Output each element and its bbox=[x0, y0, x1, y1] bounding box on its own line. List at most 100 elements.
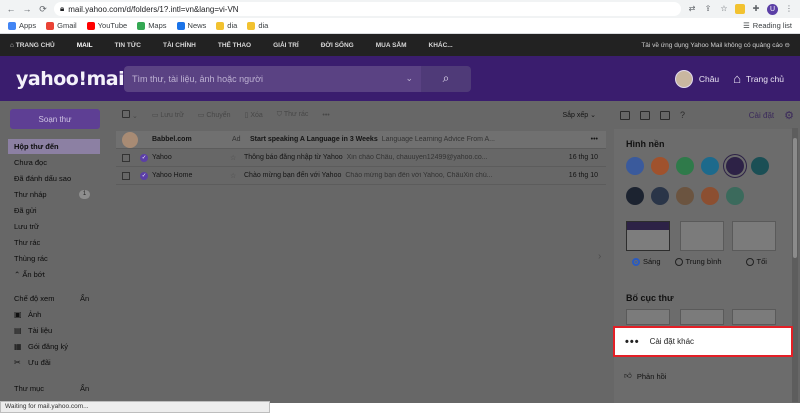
bookmark-dia-1[interactable]: dia bbox=[216, 21, 237, 30]
home-link[interactable]: ⌂ Trang chủ bbox=[733, 71, 784, 86]
theme-swatch[interactable] bbox=[701, 157, 719, 175]
mode-dark[interactable]: Tối bbox=[745, 257, 767, 267]
gear-icon[interactable]: ⚙ bbox=[784, 109, 794, 122]
layout-tile[interactable] bbox=[732, 309, 776, 325]
sidebar-view-deals[interactable]: ✂ Ưu đãi bbox=[8, 355, 100, 370]
theme-swatch[interactable] bbox=[651, 187, 669, 205]
topnav-news[interactable]: TIN TỨC bbox=[115, 42, 141, 49]
topnav-more[interactable]: KHÁC... bbox=[429, 42, 453, 49]
calendar-icon[interactable] bbox=[640, 110, 650, 120]
topnav-sports[interactable]: THỂ THAO bbox=[218, 42, 251, 49]
theme-swatch-selected[interactable] bbox=[726, 157, 744, 175]
row-checkbox[interactable] bbox=[122, 153, 130, 162]
layout-tile[interactable] bbox=[680, 309, 724, 325]
profile-avatar[interactable]: U bbox=[767, 3, 778, 15]
bookmark-maps[interactable]: Maps bbox=[137, 21, 167, 30]
theme-swatch[interactable] bbox=[751, 157, 769, 175]
reload-icon[interactable]: ⟳ bbox=[38, 4, 48, 14]
table-row[interactable]: ✓ Yahoo Home ☆ Chào mừng bạn đến với Yaho… bbox=[116, 167, 606, 185]
layout-tile[interactable] bbox=[626, 309, 670, 325]
folders-hide-toggle[interactable]: Ẩn bbox=[80, 384, 89, 393]
chevron-down-icon[interactable]: ⌄ bbox=[405, 73, 413, 84]
more-settings-button[interactable]: ••• Cài đặt khác bbox=[613, 326, 793, 357]
bookmark-gmail[interactable]: Gmail bbox=[46, 21, 77, 30]
select-all-checkbox[interactable]: ⌄ bbox=[122, 110, 138, 120]
spam-button[interactable]: ⛉ Thư rác bbox=[277, 111, 309, 119]
topnav-lifestyle[interactable]: ĐỜI SỐNG bbox=[321, 42, 354, 49]
archive-button[interactable]: ▭ Lưu trữ bbox=[152, 111, 184, 119]
help-icon[interactable]: ? bbox=[680, 110, 685, 120]
extension-icon[interactable] bbox=[735, 4, 745, 14]
user-menu[interactable]: Châu bbox=[674, 69, 719, 88]
density-tile-medium[interactable] bbox=[680, 221, 724, 251]
topnav-finance[interactable]: TÀI CHÍNH bbox=[163, 42, 196, 49]
settings-panel: Hình nền Sáng Trung bình Tối Bố cục thư … bbox=[614, 129, 792, 403]
bookmark-youtube[interactable]: YouTube bbox=[86, 21, 127, 30]
sort-button[interactable]: Sắp xếp ⌄ bbox=[563, 111, 597, 119]
sidebar-view-documents[interactable]: ▤ Tài liệu bbox=[8, 323, 100, 338]
forward-icon[interactable]: → bbox=[22, 4, 32, 14]
sidebar-item-inbox[interactable]: Hộp thư đến bbox=[8, 139, 100, 154]
download-app-link[interactable]: Tải về ứng dụng Yahoo Mail không có quản… bbox=[641, 41, 790, 49]
sidebar-view-photos[interactable]: ▣ Ảnh bbox=[8, 307, 100, 322]
bookmark-star-icon[interactable]: ☆ bbox=[719, 4, 729, 14]
compose-button[interactable]: Soạn thư bbox=[10, 109, 100, 129]
theme-swatch[interactable] bbox=[676, 187, 694, 205]
settings-label[interactable]: Cài đặt bbox=[749, 111, 774, 120]
settings-scrollbar[interactable] bbox=[792, 128, 798, 402]
message-list: ⌄ ▭ Lưu trữ ▭ Chuyển ▯ Xóa ⛉ Thư rác •••… bbox=[112, 101, 610, 403]
topnav-mail[interactable]: MAIL bbox=[77, 42, 93, 49]
search-input[interactable]: Tìm thư, tài liệu, ảnh hoặc người ⌄ bbox=[124, 65, 421, 92]
sidebar-show-less[interactable]: ⌃ Ẩn bớt bbox=[8, 267, 100, 282]
density-tile-light[interactable] bbox=[626, 221, 670, 251]
ad-more-button[interactable]: ••• bbox=[562, 136, 598, 143]
theme-swatch[interactable] bbox=[726, 187, 744, 205]
theme-swatch[interactable] bbox=[651, 157, 669, 175]
topnav-home[interactable]: ⌂ TRANG CHỦ bbox=[10, 42, 55, 49]
sidebar-item-spam[interactable]: Thư rác bbox=[8, 235, 100, 250]
notepad-icon[interactable] bbox=[660, 110, 670, 120]
star-icon[interactable]: ☆ bbox=[230, 172, 240, 180]
sidebar-item-unread[interactable]: Chưa đọc bbox=[8, 155, 100, 170]
menu-dots-icon[interactable]: ⋮ bbox=[784, 4, 794, 14]
sidebar-item-starred[interactable]: Đã đánh dấu sao bbox=[8, 171, 100, 186]
search-button[interactable]: ⌕ bbox=[421, 65, 471, 92]
topnav-shopping[interactable]: MUA SẮM bbox=[376, 42, 407, 49]
contacts-icon[interactable] bbox=[620, 110, 630, 120]
more-actions-button[interactable]: ••• bbox=[322, 112, 329, 119]
back-icon[interactable]: ← bbox=[6, 4, 16, 14]
sidebar-item-drafts[interactable]: Thư nháp 1 bbox=[8, 187, 100, 202]
address-bar[interactable]: 🔒︎ mail.yahoo.com/d/folders/1?.intl=vn&l… bbox=[54, 2, 681, 16]
table-row[interactable]: ✓ Yahoo ☆ Thông báo đăng nhập từ Yahoo Xi… bbox=[116, 149, 606, 167]
delete-button[interactable]: ▯ Xóa bbox=[245, 111, 263, 119]
reading-list[interactable]: ☰ Reading list bbox=[743, 21, 792, 30]
share-icon[interactable]: ⇪ bbox=[703, 4, 713, 14]
image-icon: ▣ bbox=[14, 309, 22, 319]
bookmark-dia-2[interactable]: dia bbox=[247, 21, 268, 30]
move-button[interactable]: ▭ Chuyển bbox=[198, 111, 231, 119]
puzzle-icon[interactable]: ✚ bbox=[751, 4, 761, 14]
feedback-link[interactable]: 👍︎ Phản hồi bbox=[624, 371, 666, 381]
density-tile-dark[interactable] bbox=[732, 221, 776, 251]
translate-icon[interactable]: ⇄ bbox=[687, 4, 697, 14]
theme-swatch[interactable] bbox=[626, 187, 644, 205]
topnav-entertainment[interactable]: GIẢI TRÍ bbox=[273, 42, 299, 49]
theme-swatch[interactable] bbox=[626, 157, 644, 175]
views-hide-toggle[interactable]: Ẩn bbox=[80, 294, 89, 303]
yahoo-mail-logo[interactable]: yahoo!mail bbox=[16, 68, 131, 90]
table-row[interactable]: Babbel.com Ad Start speaking A Language … bbox=[116, 131, 606, 149]
sidebar-item-archive[interactable]: Lưu trữ bbox=[8, 219, 100, 234]
mode-light[interactable]: Sáng bbox=[632, 257, 661, 267]
mode-medium[interactable]: Trung bình bbox=[674, 257, 722, 267]
chevron-right-icon[interactable]: › bbox=[598, 251, 601, 262]
sidebar-item-sent[interactable]: Đã gửi bbox=[8, 203, 100, 218]
bookmark-apps[interactable]: Apps bbox=[8, 21, 36, 30]
bookmark-news[interactable]: News bbox=[176, 21, 206, 30]
row-checkbox[interactable] bbox=[122, 171, 130, 180]
theme-swatch[interactable] bbox=[701, 187, 719, 205]
dia-icon bbox=[216, 21, 225, 30]
theme-swatch[interactable] bbox=[676, 157, 694, 175]
star-icon[interactable]: ☆ bbox=[230, 154, 240, 162]
sidebar-item-trash[interactable]: Thùng rác bbox=[8, 251, 100, 266]
sidebar-view-subscriptions[interactable]: ▦ Gói đăng ký bbox=[8, 339, 100, 354]
